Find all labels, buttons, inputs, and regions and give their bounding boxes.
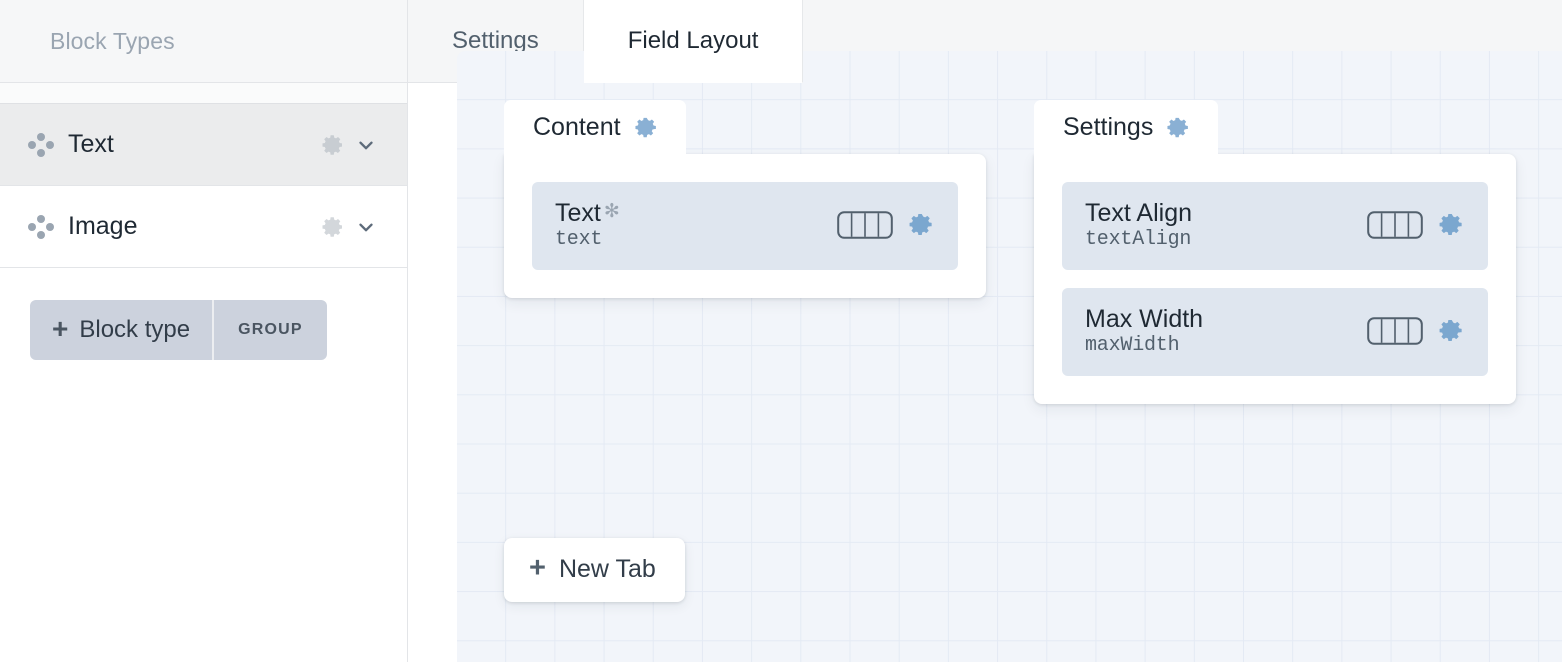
gear-icon[interactable] [908,211,935,238]
layout-tab-group-settings: Settings Text Align textAlign Max Width … [1034,100,1516,404]
add-group-label: GROUP [238,321,303,338]
plus-icon: + [529,552,546,584]
field-text: Max Width maxWidth [1085,305,1349,357]
drag-handle-icon[interactable] [26,212,56,242]
field-text: Text Align textAlign [1085,199,1349,251]
block-types-sidebar: Block Types Text Image + Block type GROU… [0,0,408,662]
layout-field-text[interactable]: Text ✻ text [532,182,958,270]
gear-icon[interactable] [634,115,659,140]
field-handle: textAlign [1085,227,1192,251]
field-label: Text [555,199,601,227]
sidebar-item-actions [321,133,407,157]
add-group-button[interactable]: GROUP [214,300,327,360]
plus-icon: + [52,313,69,344]
tab-group-body: Text Align textAlign Max Width maxWidth [1034,154,1516,404]
chevron-down-icon[interactable] [355,216,377,238]
tab-field-layout[interactable]: Field Layout [583,0,804,83]
main-pane: Settings Field Layout Content Text ✻ tex… [408,0,1562,662]
sidebar-item-label: Image [68,212,138,240]
gear-icon[interactable] [1166,115,1191,140]
sidebar-spacer [0,83,407,104]
sidebar-item-actions [321,215,407,239]
field-actions [819,211,935,239]
field-width-icon[interactable] [1367,316,1423,345]
tab-group-body: Text ✻ text [504,154,986,298]
tab-group-name: Content [533,113,621,141]
add-block-type-split-button: + Block type GROUP [30,300,327,360]
gear-icon[interactable] [321,215,345,239]
new-tab-button[interactable]: + New Tab [504,538,685,602]
field-text: Text ✻ text [555,199,819,251]
sidebar-title: Block Types [50,27,175,54]
gear-icon[interactable] [1438,211,1465,238]
sidebar-item-text[interactable]: Text [0,104,407,186]
add-block-type-button[interactable]: + Block type [30,300,215,360]
field-label: Max Width [1085,304,1204,333]
field-actions [1349,211,1465,239]
layout-field-text-align[interactable]: Text Align textAlign [1062,182,1488,270]
field-handle: text [555,227,603,251]
field-label: Text Align [1085,199,1193,227]
drag-handle-icon[interactable] [26,130,56,160]
field-name-row: Text ✻ [555,199,819,228]
add-block-type-area: + Block type GROUP [0,268,407,360]
field-layout-designer: Block Types Text Image + Block type GROU… [0,0,1562,662]
add-block-type-label: Block type [79,316,191,343]
field-actions [1349,316,1465,345]
tab-group-header[interactable]: Settings [1034,100,1219,155]
new-tab-label: New Tab [558,555,656,583]
field-name-row: Text Align [1085,199,1349,228]
field-width-icon[interactable] [837,211,893,239]
layout-field-max-width[interactable]: Max Width maxWidth [1062,287,1488,376]
tab-group-name: Settings [1063,113,1154,141]
chevron-down-icon[interactable] [355,134,377,156]
layout-canvas[interactable]: Content Text ✻ text Settings Text Align … [457,51,1562,662]
gear-icon[interactable] [1438,317,1465,344]
required-indicator-icon: ✻ [603,201,620,222]
field-name-row: Max Width [1085,305,1349,334]
sidebar-item-image[interactable]: Image [0,186,407,268]
sidebar-item-label: Text [68,130,114,158]
layout-tab-group-content: Content Text ✻ text [504,100,986,298]
sidebar-header: Block Types [0,0,407,83]
field-width-icon[interactable] [1367,211,1423,239]
gear-icon[interactable] [321,133,345,157]
field-handle: maxWidth [1085,333,1180,357]
tab-label: Field Layout [627,27,759,54]
tab-group-header[interactable]: Content [504,100,686,155]
